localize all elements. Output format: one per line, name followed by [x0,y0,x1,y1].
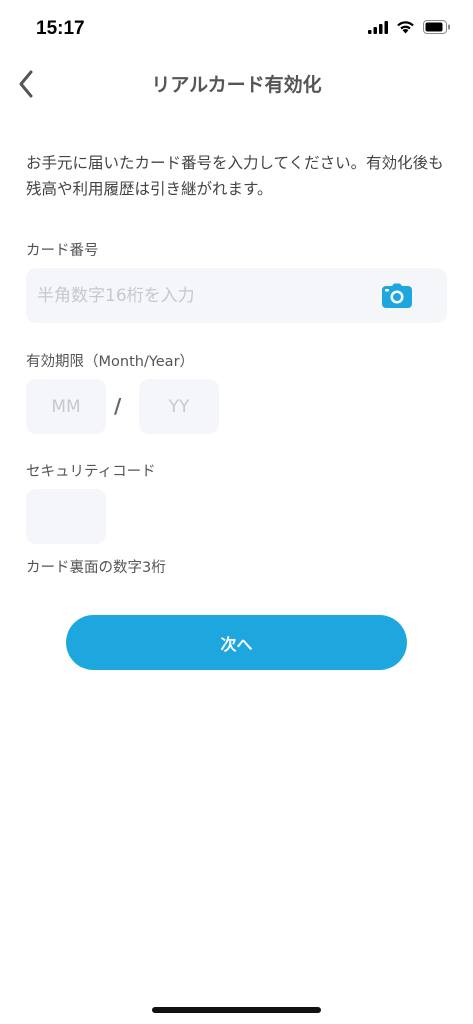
status-bar: 15:17 [0,0,473,56]
expiry-label: 有効期限（Month/Year） [26,354,195,370]
expiry-separator: / [114,394,122,418]
security-code-hint: カード裏面の数字3桁 [26,560,166,576]
cellular-signal-icon [368,20,388,34]
wifi-icon [397,21,414,34]
status-icons [368,20,451,34]
security-code-label: セキュリティコード [26,464,156,480]
home-indicator [152,1007,321,1013]
battery-icon [423,20,450,34]
expiry-year-input[interactable] [139,379,219,434]
instruction-text: お手元に届いたカード番号を入力してください。有効化後も残高や利用履歴は引き継がれ… [26,154,444,198]
next-button[interactable]: 次へ [66,615,407,670]
status-time: 15:17 [36,18,85,39]
page-title: リアルカード有効化 [151,74,322,96]
navigation-bar: リアルカード有効化 [0,56,473,112]
camera-icon[interactable] [382,283,412,309]
expiry-month-input[interactable] [26,379,106,434]
security-code-input[interactable] [26,489,106,544]
card-number-label: カード番号 [26,243,99,259]
